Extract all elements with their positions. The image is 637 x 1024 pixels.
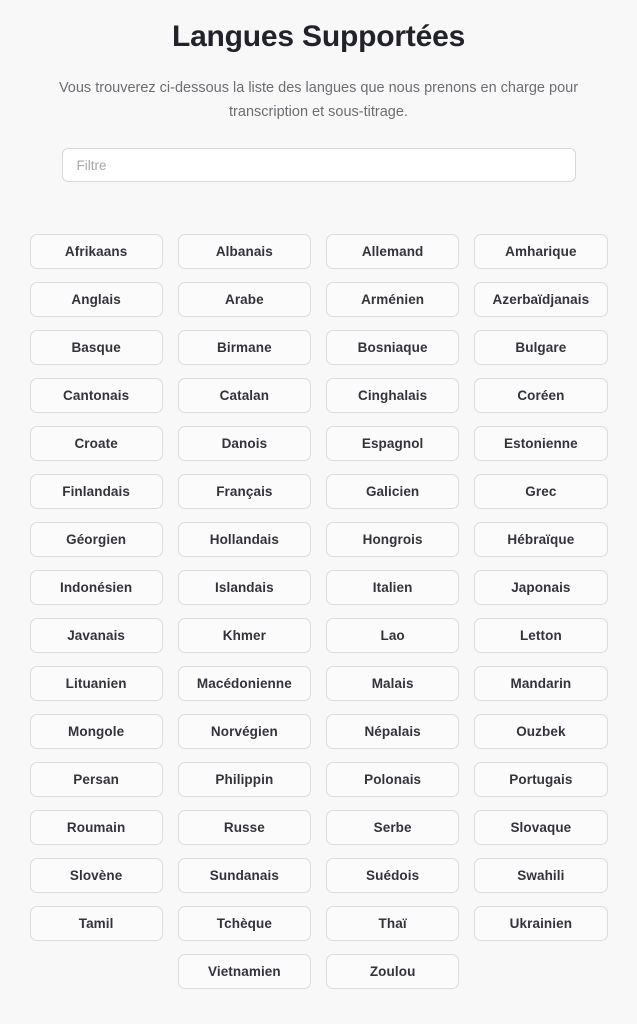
language-chip[interactable]: Indonésien xyxy=(29,570,163,605)
language-chip[interactable]: Letton xyxy=(474,618,608,653)
language-chip[interactable]: Portugais xyxy=(474,762,608,797)
page-title: Langues Supportées xyxy=(171,20,466,53)
language-chip[interactable]: Malais xyxy=(326,666,460,701)
language-grid: Afrikaans Albanais Allemand Amharique Anglai… xyxy=(29,234,608,1023)
language-chip[interactable]: Islandais xyxy=(177,570,311,605)
language-chip[interactable]: Croate xyxy=(29,426,163,461)
language-chip[interactable]: Zoulou xyxy=(326,954,460,989)
language-chip[interactable]: Ouzbek xyxy=(474,714,608,749)
language-chip[interactable]: Géorgien xyxy=(29,522,163,557)
language-chip[interactable]: Estonienne xyxy=(474,426,608,461)
language-chip[interactable]: Thaï xyxy=(326,906,460,941)
language-chip[interactable]: Macédonienne xyxy=(177,666,311,701)
language-chip[interactable]: Coréen xyxy=(474,378,608,413)
language-chip[interactable]: Catalan xyxy=(177,378,311,413)
language-chip[interactable]: Népalais xyxy=(326,714,460,749)
language-chip[interactable]: Grec xyxy=(474,474,608,509)
language-chip[interactable]: Polonais xyxy=(326,762,460,797)
language-chip[interactable]: Finlandais xyxy=(29,474,163,509)
language-chip[interactable]: Suédois xyxy=(326,858,460,893)
language-chip[interactable]: Tchèque xyxy=(177,906,311,941)
language-chip[interactable]: Hollandais xyxy=(177,522,311,557)
language-chip[interactable]: Khmer xyxy=(177,618,311,653)
language-chip[interactable]: Sundanais xyxy=(177,858,311,893)
language-chip[interactable]: Cantonais xyxy=(29,378,163,413)
language-chip[interactable]: Arménien xyxy=(326,282,460,317)
supported-languages-page: Langues Supportées Vous trouverez ci-des… xyxy=(0,0,637,1024)
language-chip[interactable]: Vietnamien xyxy=(177,954,311,989)
filter-container xyxy=(61,148,576,182)
language-chip[interactable]: Allemand xyxy=(326,234,460,269)
language-chip[interactable]: Serbe xyxy=(326,810,460,845)
language-chip[interactable]: Espagnol xyxy=(326,426,460,461)
language-chip[interactable]: Slovaque xyxy=(474,810,608,845)
language-chip[interactable]: Mongole xyxy=(29,714,163,749)
language-chip[interactable]: Lao xyxy=(326,618,460,653)
language-chip[interactable]: Bosniaque xyxy=(326,330,460,365)
language-chip[interactable]: Swahili xyxy=(474,858,608,893)
language-chip[interactable]: Mandarin xyxy=(474,666,608,701)
language-chip[interactable]: Galicien xyxy=(326,474,460,509)
language-chip[interactable]: Cinghalais xyxy=(326,378,460,413)
language-chip[interactable]: Birmane xyxy=(177,330,311,365)
language-chip[interactable]: Arabe xyxy=(177,282,311,317)
language-chip[interactable]: Russe xyxy=(177,810,311,845)
language-chip[interactable]: Tamil xyxy=(29,906,163,941)
language-chip[interactable]: Norvégien xyxy=(177,714,311,749)
language-chip[interactable]: Lituanien xyxy=(29,666,163,701)
language-chip[interactable]: Philippin xyxy=(177,762,311,797)
language-chip[interactable]: Amharique xyxy=(474,234,608,269)
language-chip[interactable]: Anglais xyxy=(29,282,163,317)
language-chip[interactable]: Persan xyxy=(29,762,163,797)
language-chip[interactable]: Japonais xyxy=(474,570,608,605)
language-chip[interactable]: Ukrainien xyxy=(474,906,608,941)
page-subtitle: Vous trouverez ci-dessous la liste des l… xyxy=(58,80,579,120)
language-chip[interactable]: Français xyxy=(177,474,311,509)
language-chip[interactable]: Hébraïque xyxy=(474,522,608,557)
language-chip[interactable]: Danois xyxy=(177,426,311,461)
language-chip[interactable]: Roumain xyxy=(29,810,163,845)
filter-input[interactable] xyxy=(61,148,576,182)
language-chip[interactable]: Italien xyxy=(326,570,460,605)
language-chip[interactable]: Slovène xyxy=(29,858,163,893)
language-chip[interactable]: Bulgare xyxy=(474,330,608,365)
language-chip[interactable]: Hongrois xyxy=(326,522,460,557)
language-chip[interactable]: Afrikaans xyxy=(29,234,163,269)
language-chip[interactable]: Albanais xyxy=(177,234,311,269)
language-chip[interactable]: Azerbaïdjanais xyxy=(474,282,608,317)
language-chip[interactable]: Basque xyxy=(29,330,163,365)
language-chip[interactable]: Javanais xyxy=(29,618,163,653)
